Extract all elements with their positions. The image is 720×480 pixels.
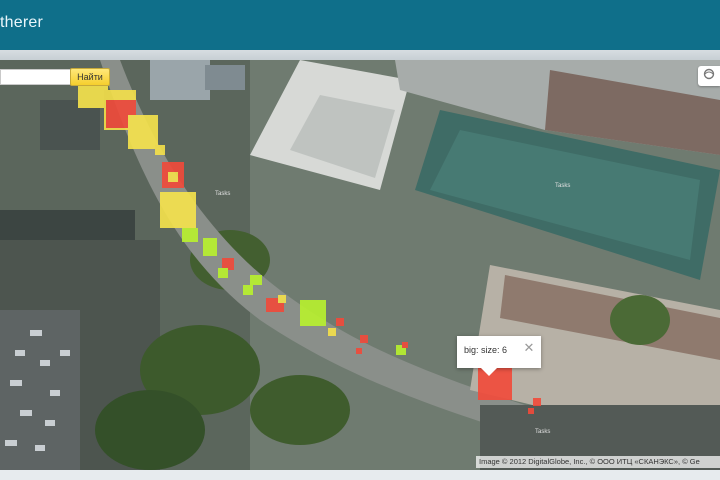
balloon-tail — [481, 368, 497, 376]
layers-icon — [703, 67, 715, 85]
satellite-map[interactable]: Tasks Tasks Tasks — [0, 60, 720, 470]
heatmap-layer — [78, 80, 541, 414]
map-balloon: big: size: 6 ✕ — [457, 336, 541, 368]
footer-bar — [0, 470, 720, 480]
header-separator — [0, 50, 720, 60]
close-icon[interactable]: ✕ — [523, 341, 535, 354]
layer-toggle-button[interactable] — [698, 66, 720, 86]
app-header: therer — [0, 0, 720, 52]
balloon-text: big: size: 6 — [464, 345, 508, 355]
search-input[interactable] — [0, 69, 72, 85]
app-title: therer — [0, 14, 43, 31]
search-button[interactable]: Найти — [70, 68, 110, 86]
map-copyright: Image © 2012 DigitalGlobe, Inc., © ООО И… — [476, 456, 720, 468]
